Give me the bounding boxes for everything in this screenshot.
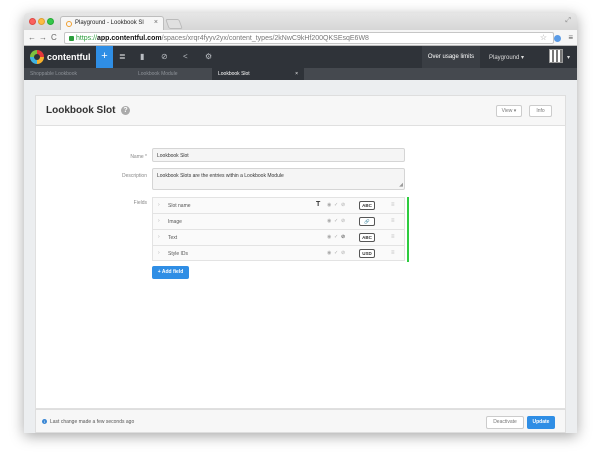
forward-button[interactable]: →	[39, 33, 47, 42]
app-header: contentful + ≣ ▮ ⊘ < ⚙ Over usage limits…	[24, 46, 577, 68]
browser-tab[interactable]: Playground - Lookbook Sl ×	[60, 16, 164, 30]
api-share-icon[interactable]: <	[183, 52, 188, 61]
page-titlebar: Lookbook Slot ? View ▾ Info	[35, 95, 566, 125]
extension-icon[interactable]	[554, 35, 561, 42]
page-title: Lookbook Slot	[46, 105, 116, 116]
entity-tabs: Shoppable Lookbook Lookbook Module Lookb…	[24, 68, 577, 80]
disable-icon[interactable]: ⊘	[341, 250, 345, 256]
user-avatar[interactable]	[549, 49, 563, 63]
eye-icon[interactable]: ◉	[327, 250, 331, 256]
disable-icon[interactable]: ⊘	[341, 218, 345, 224]
last-change-text: Last change made a few seconds ago	[50, 419, 135, 425]
required-check-icon[interactable]: ✓	[334, 234, 338, 240]
browser-window: Playground - Lookbook Sl × ⤢ ← → C https…	[24, 13, 577, 433]
name-label: Name *	[130, 154, 147, 160]
entity-tab-label: Lookbook Slot	[218, 71, 250, 77]
info-button[interactable]: Info	[529, 105, 552, 117]
brand-name: contentful	[47, 52, 91, 62]
drag-handle-icon[interactable]: ≡	[391, 250, 395, 256]
lock-icon	[69, 36, 74, 41]
required-check-icon[interactable]: ✓	[334, 202, 338, 208]
name-field[interactable]: Lookbook Slot	[152, 148, 405, 162]
chevron-right-icon[interactable]: ›	[158, 234, 160, 240]
eye-icon[interactable]: ◉	[327, 218, 331, 224]
field-status-bar	[407, 245, 409, 262]
space-selector[interactable]: Playground ▾	[489, 54, 524, 61]
resize-grip-icon[interactable]: ◢	[399, 182, 403, 188]
field-type-badge: ABC	[359, 233, 375, 242]
field-type-badge: USD	[359, 249, 375, 258]
disable-icon[interactable]: ⊘	[341, 202, 345, 208]
content-type-panel: Name * Lookbook Slot Description Lookboo…	[35, 125, 566, 409]
field-row-style-ids[interactable]: › Style IDs ◉ ✓ ⊘ USD ≡	[152, 245, 409, 262]
browser-tabbar: Playground - Lookbook Sl × ⤢	[24, 13, 577, 30]
reload-button[interactable]: C	[51, 33, 57, 42]
field-row-slot-name[interactable]: › Slot name T ◉ ✓ ⊘ ABC ≡	[152, 197, 409, 214]
browser-tab-title: Playground - Lookbook Sl	[75, 20, 144, 26]
address-bar: ← → C https://app.contentful.com/spaces/…	[24, 30, 577, 46]
title-field-icon: T	[316, 201, 321, 208]
field-type-badge: 🔗	[359, 217, 375, 226]
chevron-down-icon[interactable]: ▾	[567, 54, 570, 61]
close-icon[interactable]: ×	[295, 68, 298, 80]
fields-label: Fields	[133, 200, 147, 206]
footer-bar: i Last change made a few seconds ago Dea…	[35, 409, 566, 433]
view-button[interactable]: View ▾	[496, 105, 522, 117]
field-row-image[interactable]: › Image ◉ ✓ ⊘ 🔗 ≡	[152, 213, 409, 230]
entity-tab-shoppable-lookbook[interactable]: Shoppable Lookbook	[24, 68, 132, 80]
content-types-icon[interactable]: ≣	[119, 52, 126, 61]
update-button[interactable]: Update	[527, 416, 555, 429]
field-name: Style IDs	[168, 251, 189, 257]
url-input[interactable]: https://app.contentful.com/spaces/xrqr4f…	[64, 32, 554, 44]
entries-icon[interactable]: ▮	[140, 52, 144, 61]
drag-handle-icon[interactable]: ≡	[391, 202, 395, 208]
bookmark-star-icon[interactable]: ☆	[540, 33, 547, 42]
eye-icon[interactable]: ◉	[327, 202, 331, 208]
chevron-right-icon[interactable]: ›	[158, 250, 160, 256]
help-icon[interactable]: ?	[121, 106, 130, 115]
field-row-text[interactable]: › Text ◉ ✓ ⊘ ABC ≡	[152, 229, 409, 246]
description-label: Description	[121, 173, 147, 179]
required-check-icon[interactable]: ✓	[334, 218, 338, 224]
field-name: Image	[168, 219, 182, 225]
zoom-window-button[interactable]	[47, 18, 54, 25]
deactivate-button[interactable]: Deactivate	[486, 416, 524, 429]
field-name: Text	[168, 235, 178, 241]
back-button[interactable]: ←	[28, 33, 36, 42]
chevron-right-icon[interactable]: ›	[158, 202, 160, 208]
field-status-bar	[407, 197, 409, 214]
eye-icon[interactable]: ◉	[327, 234, 331, 240]
close-window-button[interactable]	[29, 18, 36, 25]
info-icon: i	[42, 419, 47, 424]
assets-link-icon[interactable]: ⊘	[161, 52, 168, 61]
contentful-favicon-icon	[66, 21, 72, 27]
field-status-bar	[407, 229, 409, 246]
usage-limits-notice[interactable]: Over usage limits	[422, 46, 480, 68]
drag-handle-icon[interactable]: ≡	[391, 218, 395, 224]
browser-menu-icon[interactable]: ≡	[568, 33, 573, 42]
field-type-badge: ABC	[359, 201, 375, 210]
field-name: Slot name	[168, 203, 191, 209]
contentful-logo-icon	[30, 50, 44, 64]
add-button[interactable]: +	[96, 46, 113, 68]
entity-tab-lookbook-slot[interactable]: Lookbook Slot ×	[212, 68, 304, 80]
description-text: Lookbook Slots are the entries within a …	[157, 173, 284, 179]
tab-close-icon[interactable]: ×	[154, 19, 158, 26]
fullscreen-icon[interactable]: ⤢	[565, 17, 571, 25]
chevron-right-icon[interactable]: ›	[158, 218, 160, 224]
minimize-window-button[interactable]	[38, 18, 45, 25]
add-field-button[interactable]: + Add field	[152, 266, 189, 279]
field-status-bar	[407, 213, 409, 230]
main-area: Lookbook Slot ? View ▾ Info Name * Lookb…	[24, 80, 577, 433]
new-tab-button[interactable]	[165, 19, 183, 29]
drag-handle-icon[interactable]: ≡	[391, 234, 395, 240]
description-field[interactable]: Lookbook Slots are the entries within a …	[152, 168, 405, 190]
entity-tab-lookbook-module[interactable]: Lookbook Module	[132, 68, 212, 80]
required-check-icon[interactable]: ✓	[334, 250, 338, 256]
settings-gear-icon[interactable]: ⚙	[205, 52, 212, 61]
disable-icon[interactable]: ⊘	[341, 234, 345, 240]
